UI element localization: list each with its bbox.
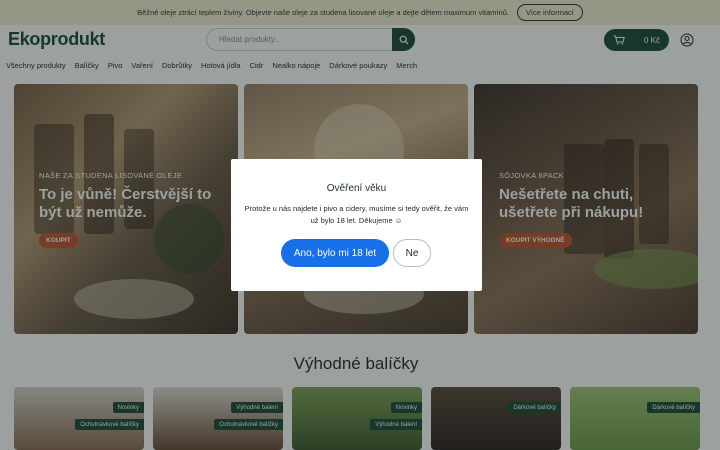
- modal-text: Protože u nás najdete i pivo a cidery, m…: [244, 204, 469, 225]
- age-verification-modal: Ověření věku Protože u nás najdete i piv…: [231, 159, 482, 291]
- deny-age-button[interactable]: Ne: [393, 239, 431, 267]
- modal-title: Ověření věku: [326, 183, 387, 194]
- confirm-age-button[interactable]: Ano, bylo mi 18 let: [281, 239, 389, 267]
